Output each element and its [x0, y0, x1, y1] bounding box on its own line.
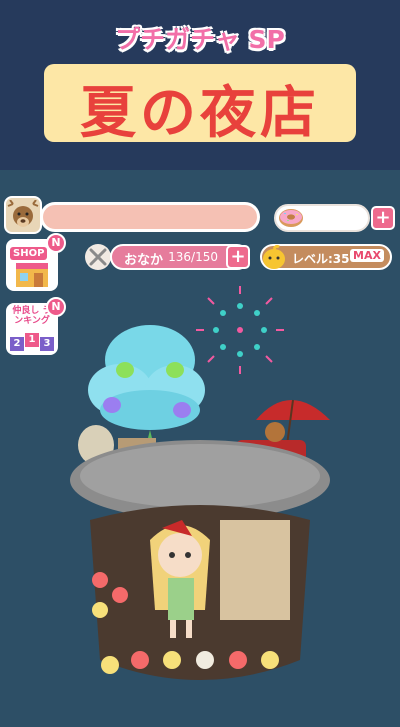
hunger-label: おなか [124, 253, 164, 268]
level-bar: レベル:35 MAX [260, 244, 392, 270]
shop-label: SHOP [10, 247, 48, 260]
shop-new-badge: N [46, 233, 66, 253]
reindeer-avatar-icon[interactable] [4, 196, 42, 234]
add-donuts-button[interactable]: + [371, 206, 395, 230]
donut-icon [279, 209, 303, 227]
banner-title-box: 夏の夜店 [44, 64, 356, 146]
banner-subtitle: プチガチャ SP [115, 25, 285, 54]
level-label: レベル:35 [292, 252, 350, 266]
yellow-blob-icon [263, 244, 285, 269]
donut-currency-bar [274, 204, 370, 232]
level-max-badge: MAX [350, 249, 384, 262]
hunger-value: 136/150 [168, 250, 218, 264]
banner-title: 夏の夜店 [80, 80, 320, 146]
event-banner: プチガチャ SP 夏の夜店 [0, 0, 400, 170]
add-food-button[interactable]: + [226, 245, 250, 269]
night-stall-room-scene[interactable] [0, 280, 400, 727]
player-name-bar [40, 202, 260, 232]
fork-knife-icon [85, 244, 111, 270]
fireworks-icon [196, 286, 284, 374]
